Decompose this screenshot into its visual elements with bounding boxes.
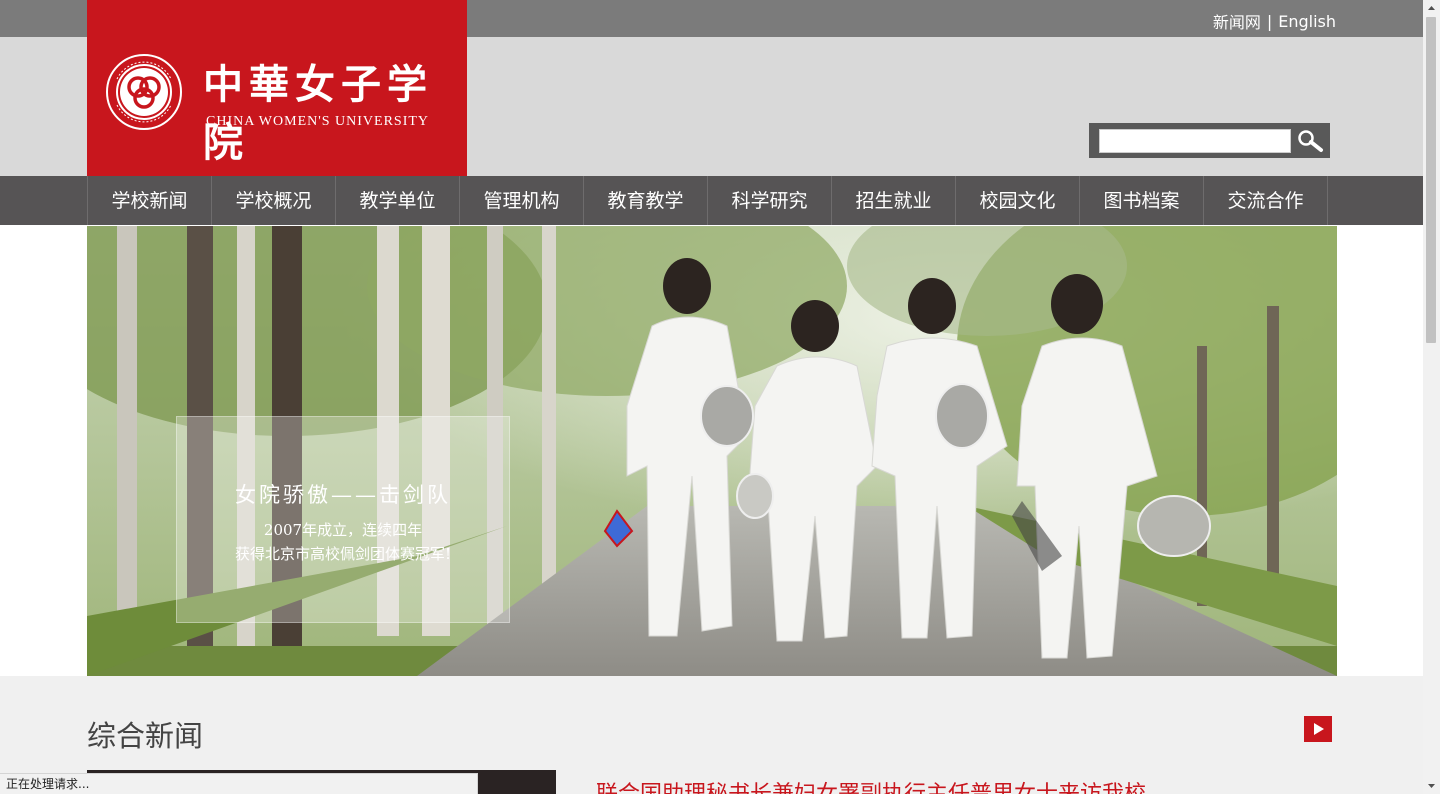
browser-status-bar: 正在处理请求...	[0, 773, 478, 794]
news-headline-link[interactable]: 联合国助理秘书长兼妇女署副执行主任普里女士来访我校	[596, 776, 1146, 794]
search-icon[interactable]	[1295, 127, 1325, 155]
link-separator: |	[1266, 11, 1273, 31]
nav-item-teaching-units[interactable]: 教学单位	[336, 176, 460, 225]
page-viewport: 新闻网 | English 中華女子学院 CHINA WOMEN'S UNIVE…	[0, 0, 1423, 794]
english-link[interactable]: English	[1278, 12, 1336, 31]
news-section-title: 综合新闻	[87, 719, 204, 753]
search-input[interactable]	[1099, 129, 1291, 153]
university-emblem-icon	[106, 54, 182, 130]
logo-english-name: CHINA WOMEN'S UNIVERSITY	[206, 114, 430, 129]
news-more-button[interactable]	[1304, 716, 1332, 742]
banner-caption: 女院骄傲——击剑队 2007年成立，连续四年 获得北京市高校佩剑团体赛冠军!	[176, 416, 510, 623]
main-navigation: 学校新闻 学校概况 教学单位 管理机构 教育教学 科学研究 招生就业 校园文化 …	[0, 176, 1423, 225]
banner-caption-line-1: 2007年成立，连续四年	[263, 521, 423, 539]
scrollbar-thumb[interactable]	[1426, 17, 1436, 343]
banner-photo[interactable]: 女院骄傲——击剑队 2007年成立，连续四年 获得北京市高校佩剑团体赛冠军!	[87, 226, 1337, 676]
logo-chinese-name: 中華女子学院	[203, 61, 433, 166]
top-links: 新闻网 | English	[1213, 9, 1336, 33]
nav-item-school-news[interactable]: 学校新闻	[88, 176, 212, 225]
nav-item-school-overview[interactable]: 学校概况	[212, 176, 336, 225]
university-logo[interactable]: 中華女子学院 CHINA WOMEN'S UNIVERSITY	[87, 0, 467, 176]
scroll-up-arrow-icon[interactable]	[1423, 0, 1440, 17]
nav-item-administration[interactable]: 管理机构	[460, 176, 584, 225]
nav-item-campus-culture[interactable]: 校园文化	[956, 176, 1080, 225]
nav-item-exchange[interactable]: 交流合作	[1204, 176, 1328, 225]
nav-item-library-archives[interactable]: 图书档案	[1080, 176, 1204, 225]
play-arrow-icon	[1314, 723, 1324, 735]
nav-item-research[interactable]: 科学研究	[708, 176, 832, 225]
nav-item-admissions[interactable]: 招生就业	[832, 176, 956, 225]
banner-caption-line-2: 获得北京市高校佩剑团体赛冠军!	[234, 545, 452, 563]
search-box	[1089, 123, 1330, 158]
banner: 女院骄傲——击剑队 2007年成立，连续四年 获得北京市高校佩剑团体赛冠军!	[0, 225, 1423, 676]
news-site-link[interactable]: 新闻网	[1213, 9, 1261, 33]
nav-item-education[interactable]: 教育教学	[584, 176, 708, 225]
scroll-down-arrow-icon[interactable]	[1423, 777, 1440, 794]
vertical-scrollbar[interactable]	[1423, 0, 1440, 794]
banner-caption-title: 女院骄傲——击剑队	[235, 483, 451, 507]
